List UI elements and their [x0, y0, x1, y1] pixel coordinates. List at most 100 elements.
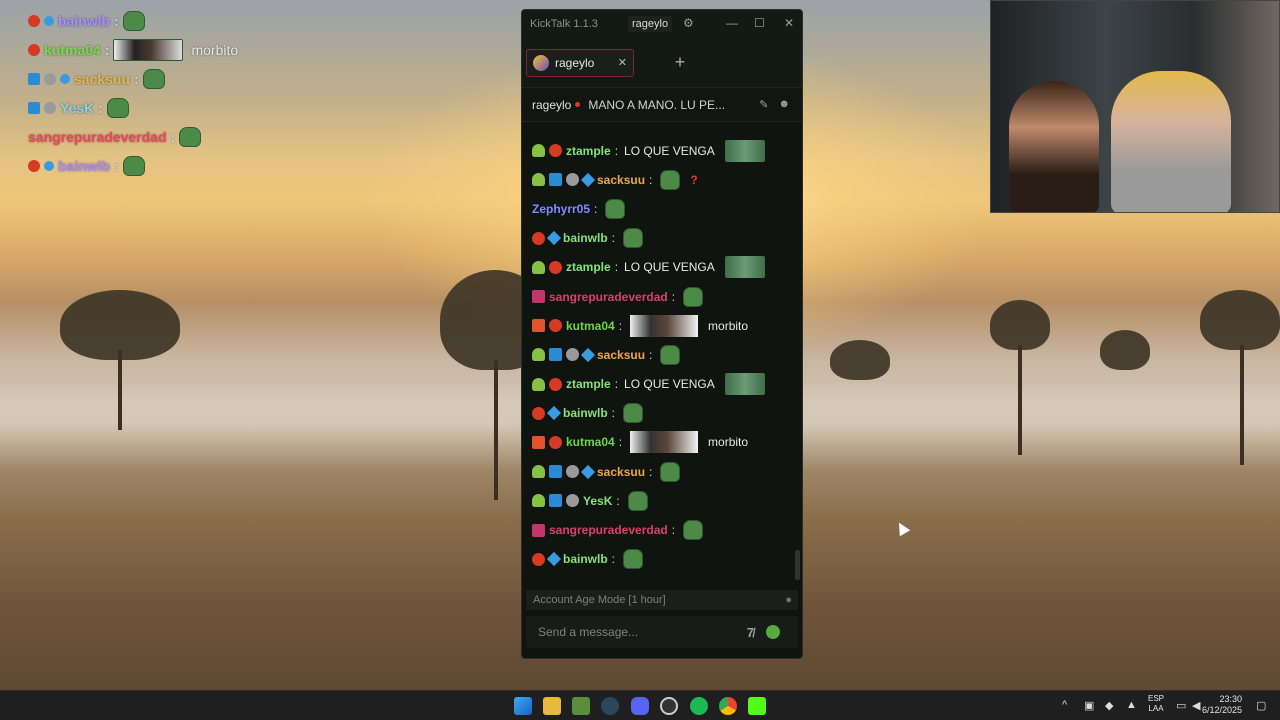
emoji-picker-icon[interactable] [766, 625, 780, 639]
sprout-badge-icon [532, 377, 545, 391]
kicktalk-taskbar-icon[interactable] [748, 697, 766, 715]
sprout-badge-icon [532, 144, 545, 158]
obs-icon[interactable] [660, 697, 678, 715]
red-badge-icon [549, 144, 562, 158]
chat-message[interactable]: YesK: [522, 486, 802, 515]
red-badge-icon [532, 552, 545, 566]
tab-rageylo[interactable]: rageylo ✕ [526, 48, 634, 77]
close-tab-icon[interactable]: ✕ [618, 56, 627, 69]
volume-icon[interactable]: ◀ [1192, 699, 1200, 712]
minimize-icon[interactable]: — [726, 16, 738, 30]
chat-username[interactable]: bainwlb [563, 406, 608, 420]
stream-chat-overlay: bainwlb: kutma04: morbito sacksuu: YesK: sang… [28, 6, 238, 180]
pink-badge-icon [532, 290, 545, 304]
chat-message[interactable]: ztample: LO QUE VENGA [522, 370, 802, 399]
chat-message[interactable]: bainwlb: [522, 545, 802, 574]
chat-message[interactable]: ztample: LO QUE VENGA [522, 136, 802, 165]
chat-message-text: morbito [708, 318, 749, 333]
live-indicator-icon [575, 102, 581, 107]
tray-chevron-icon[interactable]: ^ [1062, 699, 1067, 711]
chat-message[interactable]: kutma04: morbito [522, 311, 802, 340]
chrome-icon[interactable] [719, 697, 737, 715]
overlay-message: sangrepuradeverdad: [28, 122, 238, 151]
chat-message[interactable]: kutma04: morbito [522, 428, 802, 457]
maximize-icon[interactable]: ☐ [754, 16, 765, 30]
chat-message[interactable]: bainwlb: [522, 224, 802, 253]
chat-message[interactable]: Zephyrr05: [522, 194, 802, 223]
orange-badge-icon [532, 319, 545, 333]
chat-message[interactable]: sacksuu: [522, 457, 802, 486]
orange-badge-icon [532, 435, 545, 449]
pepe-emote-icon [106, 97, 129, 118]
notification-icon[interactable]: ▢ [1256, 699, 1266, 712]
message-input[interactable]: Send a message... 7̸ [526, 616, 798, 648]
hammer-badge-icon [28, 72, 40, 85]
pepe-emote-icon [605, 198, 626, 219]
spotify-icon[interactable] [690, 697, 708, 715]
file-explorer-icon[interactable] [543, 697, 561, 715]
chat-username[interactable]: kutma04 [566, 319, 615, 333]
current-user[interactable]: rageylo [628, 16, 673, 32]
minecraft-icon[interactable] [572, 697, 590, 715]
colon-separator: : [594, 201, 598, 216]
chat-username[interactable]: ztample [566, 260, 611, 274]
chat-message[interactable]: sacksuu:? [522, 165, 802, 194]
colon-separator: : [649, 347, 653, 362]
chat-username[interactable]: sangrepuradeverdad [549, 523, 668, 537]
chat-username[interactable]: sacksuu [597, 173, 645, 187]
chat-username[interactable]: sangrepuradeverdad [549, 290, 668, 304]
language-indicator[interactable]: ESP LAA [1148, 694, 1164, 714]
chat-message[interactable]: sacksuu: [522, 340, 802, 369]
chat-message[interactable]: sangrepuradeverdad: [522, 282, 802, 311]
chat-username[interactable]: sacksuu [597, 348, 645, 362]
channel-bar: rageylo MANO A MANO. LU PE... ✎ ☻ [522, 88, 802, 122]
kick-emote-icon[interactable]: 7̸ [747, 625, 754, 640]
chat-username[interactable]: bainwlb [563, 552, 608, 566]
chat-username[interactable]: kutma04 [566, 435, 615, 449]
tree-trunk [118, 350, 122, 430]
chat-message[interactable]: bainwlb: [522, 399, 802, 428]
pin-icon[interactable]: ✎ [759, 98, 768, 111]
cube-badge-icon [580, 172, 596, 187]
chat-username[interactable]: ztample [566, 377, 611, 391]
chat-message-text: LO QUE VENGA [624, 260, 715, 275]
grey-badge-icon [566, 494, 579, 508]
user-icon[interactable]: ☻ [778, 98, 790, 111]
add-tab-button[interactable]: + [666, 49, 694, 77]
network-icon[interactable]: ▭ [1176, 699, 1186, 712]
steam-icon[interactable] [601, 697, 619, 715]
close-icon[interactable]: ✕ [784, 16, 794, 30]
chat-username[interactable]: bainwlb [563, 231, 608, 245]
tab-label: rageylo [555, 55, 595, 70]
settings-icon[interactable]: ⚙ [683, 16, 694, 30]
info-icon[interactable]: ● [785, 594, 792, 606]
scrollbar[interactable] [795, 550, 800, 580]
chat-username[interactable]: YesK [583, 494, 612, 508]
colon-separator: : [98, 99, 103, 116]
webcam-feed [990, 0, 1280, 213]
pepe-emote-icon [660, 344, 681, 365]
chat-username[interactable]: Zephyrr05 [532, 202, 590, 216]
app-title: KickTalk 1.1.3 [530, 18, 598, 30]
taskbar: ^ ▣ ◆ ▲ ESP LAA ▭ ◀ 23:30 6/12/2025 ▢ [0, 690, 1280, 720]
pink-badge-icon [532, 523, 545, 537]
colon-separator: : [671, 523, 676, 538]
pepe-emote-icon [683, 286, 704, 307]
cube-badge-icon [41, 13, 57, 28]
hammer-badge-icon [549, 494, 562, 508]
chat-username[interactable]: sacksuu [597, 465, 645, 479]
colon-separator: : [614, 143, 619, 158]
chat-message[interactable]: ztample: LO QUE VENGA [522, 253, 802, 282]
colon-separator: : [134, 70, 139, 87]
chat-messages[interactable]: ztample: LO QUE VENGA sacksuu:? Zephyrr05: b… [522, 136, 802, 586]
chat-message[interactable]: sangrepuradeverdad: [522, 515, 802, 544]
tray-app-icon[interactable]: ▲ [1126, 699, 1137, 711]
clock[interactable]: 23:30 6/12/2025 [1202, 694, 1242, 716]
overlay-message: kutma04: morbito [28, 35, 238, 64]
tray-app-icon[interactable]: ◆ [1105, 699, 1113, 712]
start-icon[interactable] [514, 697, 532, 715]
cube-badge-icon [580, 347, 596, 362]
chat-username[interactable]: ztample [566, 144, 611, 158]
discord-icon[interactable] [631, 697, 649, 715]
tray-app-icon[interactable]: ▣ [1084, 699, 1094, 712]
